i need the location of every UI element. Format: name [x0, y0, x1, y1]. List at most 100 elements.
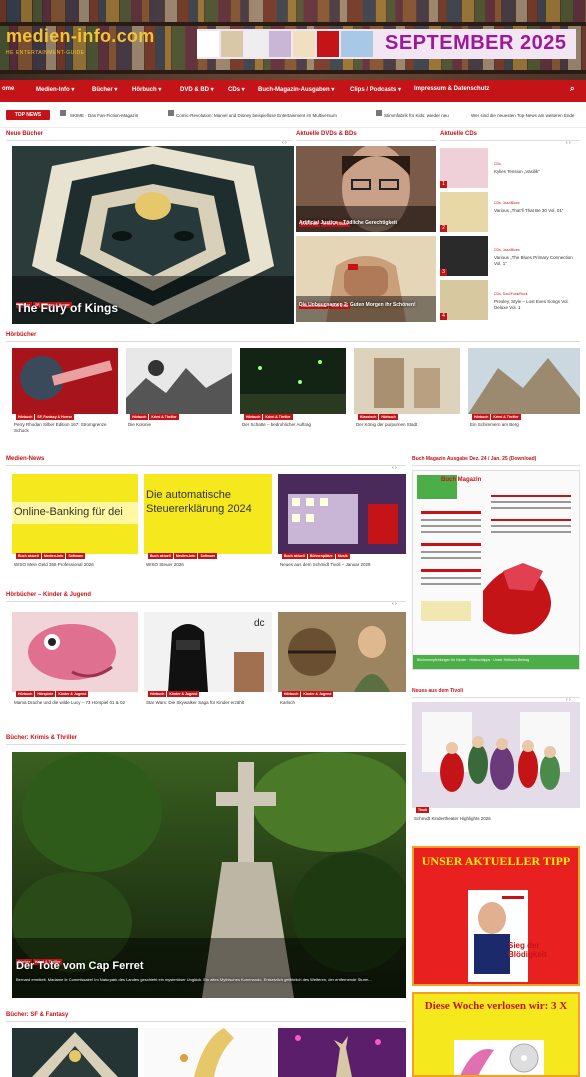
tag[interactable]: Medien-Info [41, 553, 66, 559]
magazine-cover[interactable]: Buch Magazin Bücherempfehlungen für Kind… [412, 470, 580, 670]
hoerbuch-caption[interactable]: Ein Schimmern am Berg [470, 422, 580, 428]
search-icon[interactable]: ⌕ [570, 84, 574, 94]
tag[interactable]: Krimi & Thriller [491, 414, 521, 420]
nav-item-dvd[interactable]: DVD & BD ▾ [180, 86, 214, 93]
tag[interactable]: Hörbuch [244, 414, 263, 420]
tag[interactable]: Kinder & Jugend [56, 691, 89, 697]
tag[interactable]: Bühnenplätze [307, 553, 335, 559]
news-caption[interactable]: WISO Mein Geld 365 Professional 2026 [14, 562, 138, 568]
verlosung-box[interactable]: Diese Woche verlosen wir: 3 X [412, 992, 580, 1077]
ticker-item[interactable]: Comic-Revolution: Marvel und Disney beis… [176, 113, 337, 118]
kinder-caption[interactable]: Star Wars: Die Skywalker Saga für Kinder… [146, 700, 272, 706]
section-title-buch-magazin[interactable]: Buch Magazin Ausgabe Dez. 24 / Jan. 25 (… [412, 456, 536, 462]
carousel-arrows[interactable]: ‹ › [566, 140, 571, 146]
hoerbuch-caption[interactable]: Der König der purpurnen Stadt [356, 422, 460, 428]
sf-cover[interactable] [12, 1028, 138, 1077]
cd-title[interactable]: Various „That’ll That Be 30 Vol. 01“ [494, 208, 580, 214]
kinder-caption[interactable]: Karlsch [280, 700, 406, 706]
hoerbuch-caption[interactable]: Der Schatte – bedrohlicher Auftrag [242, 422, 346, 428]
tag[interactable]: Hörbuch [472, 414, 491, 420]
tag[interactable]: SF, Fantasy & Horror [35, 414, 75, 420]
tag[interactable]: Hörbuch [130, 414, 149, 420]
section-title-cds[interactable]: Aktuelle CDs [440, 131, 477, 137]
news-image[interactable] [278, 474, 406, 554]
cd-title[interactable]: Presley, Style – Lost Eves Songs Vol. De… [494, 299, 580, 311]
section-title-hoerbuecher-kinder[interactable]: Hörbücher – Kinder & Jugend [6, 592, 91, 598]
cd-category[interactable]: CDs, Jazz/Blues [494, 248, 520, 252]
cd-title[interactable]: Various „The Blues Primary Connection Vo… [494, 255, 580, 267]
tipp-box[interactable]: UNSER AKTUELLER TIPP Sieg der Blödigkeit [412, 846, 580, 986]
tag[interactable]: Buch aktuell [282, 553, 307, 559]
section-title-neue-buecher[interactable]: Neue Bücher [6, 131, 43, 137]
nav-item-home[interactable]: ome [2, 86, 14, 92]
nav-item-buch-magazin[interactable]: Buch-Magazin-Ausgaben ▾ [258, 86, 334, 93]
tag[interactable]: Kinder & Jugend [167, 691, 200, 697]
tag[interactable]: Hörbuch [282, 691, 301, 697]
tag[interactable]: Hörspiele [35, 691, 56, 697]
cd-cover[interactable]: 1 [440, 148, 488, 188]
news-image[interactable]: Online-Banking für dei [12, 474, 138, 554]
news-caption[interactable]: WISO Steuer 2026 [146, 562, 272, 568]
kinder-cover[interactable] [278, 612, 406, 692]
cd-cover[interactable]: 4 [440, 280, 488, 320]
tivoli-caption[interactable]: Schmidt Kindertheater Highlights 2026 [414, 816, 580, 822]
section-divider [6, 465, 406, 466]
carousel-arrows[interactable]: ‹ › [392, 601, 397, 607]
nav-item-impressum[interactable]: Impressum & Datenschutz [414, 86, 489, 92]
nav-item-medien-info[interactable]: Medien-Info ▾ [36, 86, 74, 93]
tag[interactable]: Tivoli [416, 807, 430, 813]
tag[interactable]: Musik [335, 553, 350, 559]
nav-item-buecher[interactable]: Bücher ▾ [92, 86, 117, 93]
section-title-hoerbuecher[interactable]: Hörbücher [6, 332, 36, 338]
tag[interactable]: Buch aktuell [16, 553, 41, 559]
carousel-arrows[interactable]: ‹ › [392, 465, 397, 471]
cd-cover[interactable]: 2 [440, 192, 488, 232]
tag[interactable]: Medien-Info [173, 553, 198, 559]
kinder-caption[interactable]: Mama Drache und die wilde Lucy – 73 Hörs… [14, 700, 138, 706]
section-title-sf-fantasy[interactable]: Bücher: SF & Fantasy [6, 1012, 68, 1018]
tag[interactable]: Hörbuch [16, 414, 35, 420]
news-caption[interactable]: Neues aus dem Schmidt Tivoli – Januar 20… [280, 562, 406, 568]
nav-item-cds[interactable]: CDs ▾ [228, 86, 245, 93]
ticker-item[interactable]: Wer sind die neuesten Top-News am weiter… [471, 113, 574, 118]
site-logo[interactable]: medien-info.com [6, 26, 155, 47]
tag[interactable]: Hörbuch [148, 691, 167, 697]
hoerbuch-caption[interactable]: Perry Rhodan Silber Edition 167: Stromgr… [14, 422, 118, 434]
section-title-dvds[interactable]: Aktuelle DVDs & BDs [296, 131, 357, 137]
ticker-thumb [376, 110, 382, 116]
tag[interactable]: Klassisch [358, 414, 379, 420]
cd-title[interactable]: Kylies Tension „Vasilik“ [494, 169, 580, 175]
cd-category[interactable]: CDs, Soul/Funk/Rock [494, 292, 527, 296]
nav-item-hoerbuch[interactable]: Hörbuch ▾ [132, 86, 161, 93]
ticker-item[interactable]: Stimmfabrik für Kids: wieder neu [384, 113, 449, 118]
nav-item-clips[interactable]: Clips / Podcasts ▾ [350, 86, 401, 93]
cd-category[interactable]: CDs [494, 162, 501, 166]
kinder-cover[interactable] [12, 612, 138, 692]
kinder-cover[interactable]: dc [144, 612, 272, 692]
dvd-title[interactable]: Die Unbeugsamen 2: Guten Morgen ihr Schö… [299, 302, 431, 309]
ticker-item[interactable]: SKIME · Das Fan-Fiction-Magazin [70, 113, 138, 118]
krimi-title[interactable]: Der Tote vom Cap Ferret [16, 960, 144, 972]
tag[interactable]: Krimi & Thriller [149, 414, 179, 420]
tag[interactable]: Software [198, 553, 218, 559]
tivoli-image[interactable] [412, 702, 580, 808]
header-banner[interactable]: SEPTEMBER 2025 [197, 29, 576, 59]
tag[interactable]: Software [66, 553, 86, 559]
dvd-title[interactable]: Artificial Justice – Tödliche Gerechtigk… [299, 220, 397, 226]
featured-title[interactable]: The Fury of Kings [16, 301, 118, 315]
section-title-krimis[interactable]: Bücher: Krimis & Thriller [6, 735, 77, 741]
book-spine [561, 0, 573, 22]
tag[interactable]: Krimi & Thriller [263, 414, 293, 420]
tag[interactable]: Hörbuch [16, 691, 35, 697]
cd-cover[interactable]: 3 [440, 236, 488, 276]
cd-category[interactable]: CDs, Jazz/Blues [494, 201, 520, 205]
section-title-tivoli[interactable]: Neues aus dem Tivoli [412, 688, 463, 694]
tag[interactable]: Kinder & Jugend [301, 691, 334, 697]
news-image[interactable]: Die automatische Steuererklärung 2024 [144, 474, 272, 554]
tag[interactable]: Hörbuch [379, 414, 398, 420]
hoerbuch-caption[interactable]: Die Kolonie [128, 422, 232, 428]
section-title-medien-news[interactable]: Medien-News [6, 456, 44, 462]
sf-cover[interactable] [144, 1028, 272, 1077]
sf-cover[interactable] [278, 1028, 406, 1077]
tag[interactable]: Buch aktuell [148, 553, 173, 559]
